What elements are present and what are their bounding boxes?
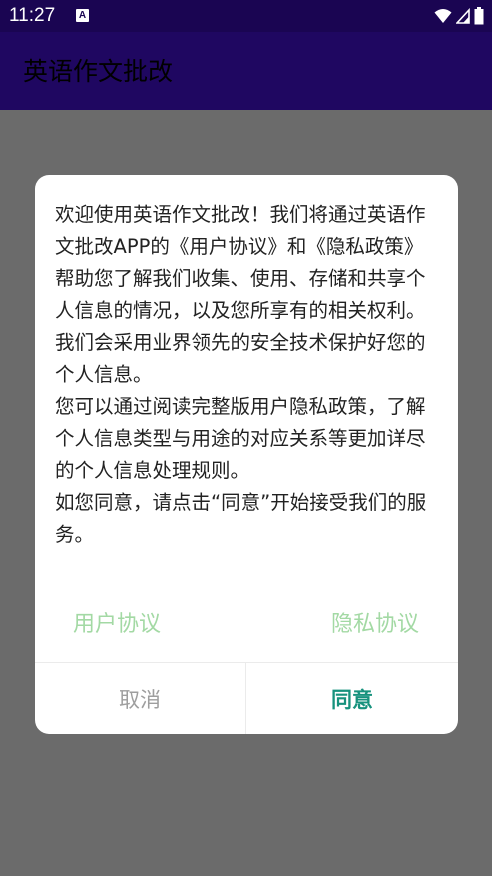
dialog-message: 欢迎使用英语作文批改！我们将通过英语作文批改APP的《用户协议》和《隐私政策》帮… bbox=[55, 199, 439, 551]
notification-a-icon: A bbox=[76, 9, 89, 22]
signal-icon bbox=[456, 8, 470, 24]
app-title: 英语作文批改 bbox=[23, 57, 174, 86]
status-icons bbox=[434, 6, 484, 26]
privacy-dialog: 欢迎使用英语作文批改！我们将通过英语作文批改APP的《用户协议》和《隐私政策》帮… bbox=[35, 175, 458, 734]
dialog-paragraph-policy: 您可以通过阅读完整版用户隐私政策，了解个人信息类型与用途的对应关系等更加详尽的个… bbox=[55, 395, 426, 482]
dialog-paragraph-consent: 如您同意，请点击“同意”开始接受我们的服务。 bbox=[55, 491, 427, 546]
dialog-paragraph-intro: 欢迎使用英语作文批改！我们将通过英语作文批改APP的《用户协议》和《隐私政策》帮… bbox=[55, 203, 426, 322]
wifi-icon bbox=[434, 9, 452, 23]
status-bar: 11:27 A bbox=[0, 0, 492, 32]
agreement-links: 用户协议 隐私协议 bbox=[35, 608, 458, 642]
status-time: 11:27 bbox=[9, 5, 56, 26]
agree-button[interactable]: 同意 bbox=[246, 663, 458, 734]
user-agreement-link[interactable]: 用户协议 bbox=[73, 608, 161, 642]
dialog-paragraph-security: 我们会采用业界领先的安全技术保护好您的个人信息。 bbox=[55, 331, 426, 386]
privacy-agreement-link[interactable]: 隐私协议 bbox=[331, 608, 419, 642]
cancel-button[interactable]: 取消 bbox=[35, 663, 245, 734]
battery-icon bbox=[474, 7, 484, 25]
